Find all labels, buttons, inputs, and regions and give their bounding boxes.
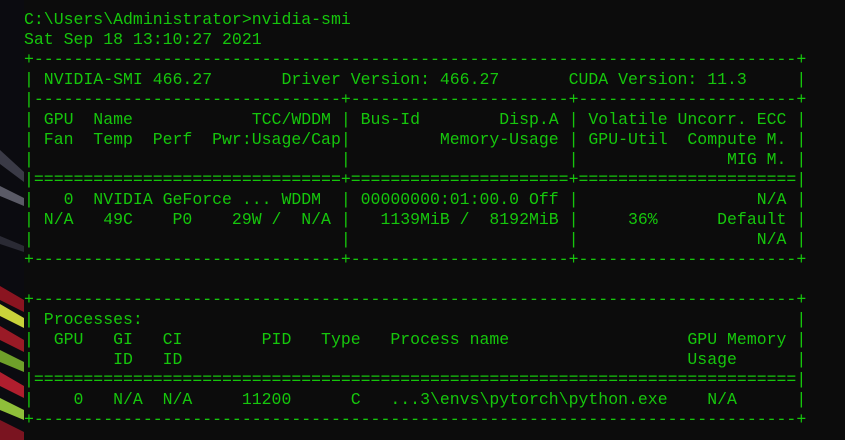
blank-line: [24, 270, 806, 290]
timestamp-line: Sat Sep 18 13:10:27 2021: [24, 30, 262, 49]
gpu-header-line-2: | Fan Temp Perf Pwr:Usage/Cap| Memory-Us…: [24, 130, 807, 149]
version-header-line: | NVIDIA-SMI 466.27 Driver Version: 466.…: [24, 70, 807, 89]
processes-header-line-1: | GPU GI CI PID Type Process name GPU Me…: [24, 330, 807, 349]
processes-header-divider: |=======================================…: [24, 370, 807, 389]
command-prompt-line: C:\Users\Administrator>nvidia-smi: [24, 10, 351, 29]
processes-title-line: | Processes: |: [24, 310, 807, 329]
table-border-bottom: +-------------------------------+-------…: [24, 250, 807, 269]
process-row: | 0 N/A N/A 11200 C ...3\envs\pytorch\py…: [24, 390, 807, 409]
processes-border-top: +---------------------------------------…: [24, 290, 807, 309]
gpu-header-line-1: | GPU Name TCC/WDDM | Bus-Id Disp.A | Vo…: [24, 110, 807, 129]
terminal-window[interactable]: C:\Users\Administrator>nvidia-smi Sat Se…: [24, 0, 845, 440]
processes-border-bottom: +---------------------------------------…: [24, 410, 807, 429]
processes-header-line-2: | ID ID Usage |: [24, 350, 807, 369]
gpu-row-line-3: | | | N/A |: [24, 230, 807, 249]
table-border-top: +---------------------------------------…: [24, 50, 807, 69]
terminal-output: C:\Users\Administrator>nvidia-smi Sat Se…: [24, 10, 806, 430]
desktop-wallpaper-strip: [0, 0, 24, 440]
table-separator: |-------------------------------+-------…: [24, 90, 807, 109]
screen: C:\Users\Administrator>nvidia-smi Sat Se…: [0, 0, 845, 440]
gpu-header-line-3: | | | MIG M. |: [24, 150, 807, 169]
gpu-row-line-1: | 0 NVIDIA GeForce ... WDDM | 00000000:0…: [24, 190, 807, 209]
gpu-header-divider: |===============================+=======…: [24, 170, 807, 189]
gpu-row-line-2: | N/A 49C P0 29W / N/A | 1139MiB / 8192M…: [24, 210, 807, 229]
